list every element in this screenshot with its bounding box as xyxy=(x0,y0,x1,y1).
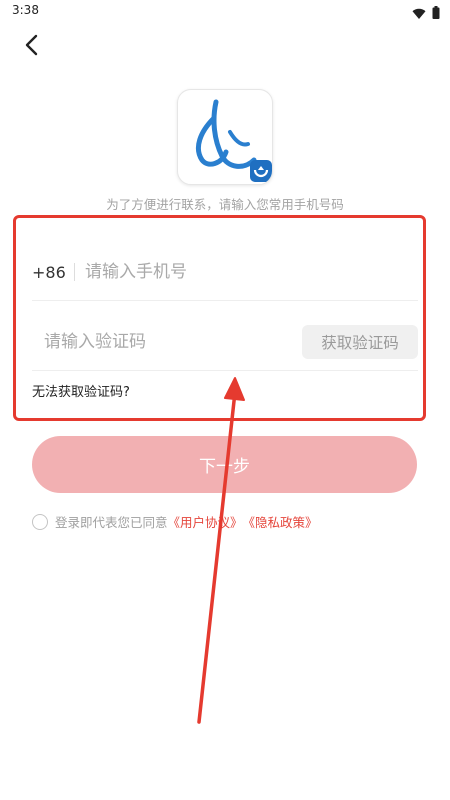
agreement-prefix: 登录即代表您已同意 xyxy=(55,515,168,530)
agree-checkbox[interactable] xyxy=(32,513,48,530)
phone-input[interactable] xyxy=(85,262,418,282)
next-button[interactable]: 下一步 xyxy=(32,436,417,493)
status-bar: 3:38 xyxy=(0,0,450,22)
app-logo xyxy=(177,89,273,185)
phone-row: +86 xyxy=(32,244,418,301)
verification-code-input[interactable] xyxy=(32,332,302,352)
battery-icon xyxy=(432,4,440,23)
get-code-button[interactable]: 获取验证码 xyxy=(302,325,418,359)
chevron-left-icon xyxy=(24,34,38,60)
agreement: 登录即代表您已同意 《用户协议》 《隐私政策》 xyxy=(32,512,318,531)
divider xyxy=(74,263,75,281)
privacy-policy-link[interactable]: 《隐私政策》 xyxy=(243,512,318,531)
wifi-icon xyxy=(412,4,426,23)
code-row: 获取验证码 xyxy=(32,314,418,371)
user-agreement-link[interactable]: 《用户协议》 xyxy=(168,512,243,531)
subtitle-text: 为了方便进行联系，请输入您常用手机号码 xyxy=(106,197,344,212)
back-button[interactable] xyxy=(14,30,48,64)
cant-get-code-link[interactable]: 无法获取验证码? xyxy=(32,381,130,400)
country-code[interactable]: +86 xyxy=(32,263,68,282)
status-icons xyxy=(412,4,440,23)
app-logo-icon xyxy=(178,99,272,184)
status-time: 3:38 xyxy=(12,3,39,17)
